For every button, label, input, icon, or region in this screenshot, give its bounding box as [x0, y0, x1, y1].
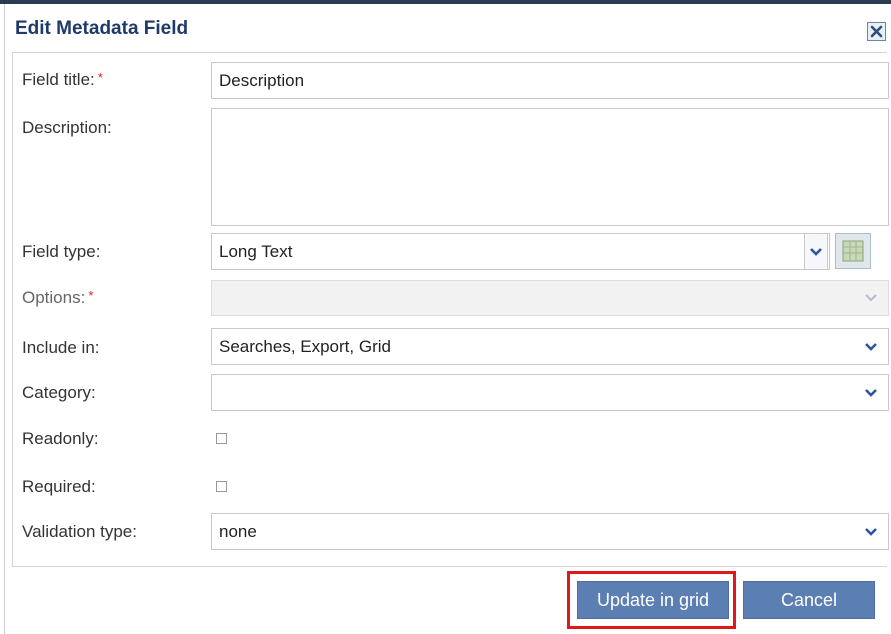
chevron-down-icon [865, 388, 877, 397]
validation-type-label: Validation type: [22, 522, 137, 541]
field-title-label-text: Field title: [22, 70, 95, 89]
validation-type-select[interactable]: none [211, 513, 889, 550]
category-label: Category: [22, 383, 96, 402]
update-in-grid-button[interactable]: Update in grid [577, 581, 729, 619]
category-select[interactable] [211, 374, 889, 411]
chevron-down-icon [865, 294, 877, 302]
cancel-button[interactable]: Cancel [743, 581, 875, 619]
required-mark: * [97, 70, 103, 85]
dialog-titlebar: Edit Metadata Field [5, 4, 891, 52]
field-type-label: Field type: [22, 242, 101, 261]
field-title-label: Field title: * [22, 70, 103, 90]
close-button[interactable] [867, 22, 886, 41]
table-icon [842, 240, 864, 262]
required-checkbox[interactable] [216, 481, 227, 492]
include-in-label: Include in: [22, 338, 100, 357]
options-dropdown-button[interactable] [859, 280, 883, 316]
field-title-input[interactable] [211, 62, 889, 99]
description-label: Description: [22, 118, 112, 137]
required-mark: * [88, 288, 94, 303]
form-panel: Field title:* Description: Field type: L… [12, 52, 889, 567]
readonly-label: Readonly: [22, 429, 99, 448]
field-type-select[interactable]: Long Text [211, 233, 830, 270]
chevron-down-icon [865, 527, 877, 536]
validation-type-dropdown-button[interactable] [859, 513, 883, 550]
chevron-down-icon [810, 247, 822, 256]
include-in-select[interactable]: Searches, Export, Grid [211, 328, 889, 365]
chevron-down-icon [865, 342, 877, 351]
options-label-text: Options: [22, 288, 86, 307]
readonly-checkbox[interactable] [216, 433, 227, 444]
table-view-button[interactable] [835, 233, 871, 269]
description-textarea[interactable] [211, 108, 889, 226]
required-label: Required: [22, 477, 96, 496]
dialog-title: Edit Metadata Field [15, 18, 189, 39]
options-select[interactable] [211, 280, 889, 316]
options-label: Options: * [22, 288, 93, 308]
field-type-dropdown-button[interactable] [804, 233, 828, 270]
category-dropdown-button[interactable] [859, 374, 883, 411]
validation-type-value: none [219, 521, 257, 541]
include-in-dropdown-button[interactable] [859, 328, 883, 365]
include-in-value: Searches, Export, Grid [219, 336, 391, 356]
field-type-value: Long Text [219, 241, 293, 261]
close-icon [870, 25, 883, 38]
